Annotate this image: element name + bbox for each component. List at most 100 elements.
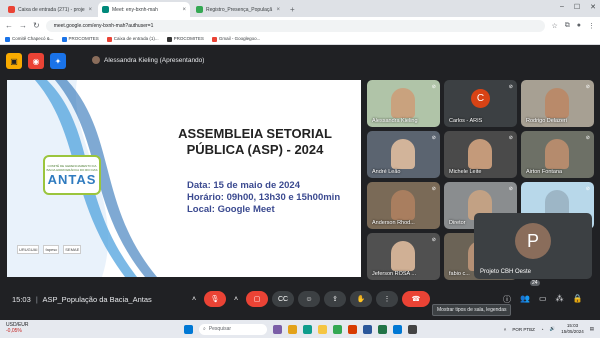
bookmark-1[interactable]: PROCOMITES	[61, 36, 99, 42]
pin-icon[interactable]: ▣	[6, 53, 22, 69]
system-tray: ˄ POR PTBZ ◔ 🔊 15:03 15/05/2024 ▤	[504, 323, 594, 335]
participant-tile[interactable]: ⊘ Jeferson ROSA ...	[367, 233, 440, 280]
reactions-button[interactable]: ☺	[298, 291, 320, 307]
browser-tab-2[interactable]: Registro_Presença_Populaçã ×	[192, 2, 284, 17]
browser-tab-0[interactable]: Caixa de entrada (271) - proje ×	[4, 2, 96, 17]
bookmark-4[interactable]: Gmail - Googlegoo...	[211, 36, 260, 42]
bookmark-2[interactable]: Caixa de entrada (1)...	[106, 36, 159, 42]
logo-caption: COMITÊ DE GERENCIAMENTO DA BACIA HIDROGR…	[46, 163, 98, 172]
bookmark-3[interactable]: PROCOMITES	[166, 36, 204, 42]
close-icon[interactable]: ×	[182, 7, 186, 13]
file-explorer-icon[interactable]	[318, 324, 327, 334]
camera-off-button[interactable]: ▢	[246, 291, 268, 307]
mic-options-icon[interactable]: ˄	[188, 291, 200, 307]
close-icon[interactable]: ×	[88, 7, 92, 13]
host-controls-icon[interactable]: 🔒	[573, 294, 583, 305]
minimize-icon[interactable]: –	[560, 3, 564, 11]
profile-icon[interactable]: ●	[577, 22, 581, 30]
participant-video	[468, 139, 492, 169]
app-icon[interactable]	[408, 324, 417, 334]
app-icon[interactable]	[393, 324, 402, 334]
bookmark-icon	[166, 36, 172, 42]
clock-date: 15/05/2024	[561, 329, 584, 334]
logo-text: ANTAS	[47, 171, 97, 187]
edge-icon[interactable]	[303, 324, 312, 334]
slide-title-line2: PÚBLICA (ASP) - 2024	[186, 142, 324, 157]
tab-label: Caixa de entrada (271) - proje	[18, 6, 85, 13]
meet-window: ▣ ◉ ✦ Alessandra Kieling (Apresentando) …	[0, 45, 600, 320]
camera-options-icon[interactable]: ˄	[230, 291, 242, 307]
participant-video	[391, 88, 415, 118]
mic-muted-icon: ⊘	[431, 186, 436, 192]
bookmark-0[interactable]: Comitê Chapecó &...	[5, 36, 54, 42]
present-button[interactable]: ⇪	[324, 291, 346, 307]
app-icon[interactable]	[348, 324, 357, 334]
browser-tab-1[interactable]: Meet: eny-bxnh-mah ×	[98, 2, 190, 17]
captions-button[interactable]: CC	[272, 291, 294, 307]
participant-name: Alessandra Kieling	[372, 118, 418, 124]
stock-change: -0,05%	[6, 328, 22, 334]
app-icon[interactable]	[288, 324, 297, 334]
participant-tile[interactable]: ⊘ Michele Leite	[444, 131, 517, 178]
taskbar: USD/EUR -0,05% ⌕ Pesquisar ˄ POR PTBZ ◔ …	[0, 320, 600, 338]
participant-tile-large[interactable]: P Projeto CBH Oeste	[474, 213, 592, 279]
stock-widget[interactable]: USD/EUR -0,05%	[6, 322, 29, 334]
close-icon[interactable]: ×	[276, 7, 280, 13]
slide-info: Data: 15 de maio de 2024 Horário: 09h00,…	[187, 180, 340, 216]
people-icon[interactable]: 👥	[520, 294, 530, 305]
participant-name: fabio c...	[449, 271, 470, 277]
menu-icon[interactable]: ⋮	[588, 22, 595, 30]
back-icon[interactable]: ←	[5, 21, 13, 30]
participant-tile[interactable]: ⊘ Alessandra Kieling	[367, 80, 440, 127]
url-text: meet.google.com/eny-bxnh-mah?authuser=1	[53, 22, 154, 29]
forward-icon[interactable]: →	[19, 21, 27, 30]
activities-icon[interactable]: ⁂	[556, 294, 564, 305]
new-tab-icon[interactable]: +	[290, 5, 295, 14]
chevron-up-icon[interactable]: ˄	[504, 327, 507, 332]
app-icon[interactable]	[273, 324, 282, 334]
clock[interactable]: 15:03 15/05/2024	[561, 323, 584, 335]
participant-tile[interactable]: ⊘ Rodrigo Delazeri	[521, 80, 594, 127]
activities-icon[interactable]: ✦	[50, 53, 66, 69]
info-icon[interactable]: ⓘ	[503, 294, 511, 305]
taskbar-search[interactable]: ⌕ Pesquisar	[199, 323, 267, 335]
mic-muted-icon: ⊘	[431, 135, 436, 141]
participant-tile[interactable]: ⊘ Airton Fontana	[521, 131, 594, 178]
participant-name: Anderson Rhod...	[372, 220, 415, 226]
bookmarks-bar: Comitê Chapecó &... PROCOMITES Caixa de …	[0, 34, 600, 45]
participant-avatar: C	[471, 89, 490, 108]
participant-tile[interactable]: C ⊘ Carlos - ARIS	[444, 80, 517, 127]
partner-logo: fapesc	[43, 245, 60, 254]
reload-icon[interactable]: ↻	[33, 21, 40, 30]
volume-icon[interactable]: 🔊	[550, 326, 556, 332]
app-icon[interactable]	[378, 324, 387, 334]
participant-video	[391, 241, 415, 271]
app-icon[interactable]	[363, 324, 372, 334]
chrome-icon[interactable]	[333, 324, 342, 334]
gmail-icon	[106, 36, 112, 42]
gmail-icon	[211, 36, 217, 42]
meeting-info: 15:03 | ASP_População da Bacia_Antas	[12, 294, 152, 304]
tab-label: Meet: eny-bxnh-mah	[112, 6, 158, 13]
notifications-icon[interactable]: ▤	[590, 326, 594, 332]
star-icon[interactable]: ☆	[551, 22, 557, 30]
language-indicator[interactable]: POR PTBZ	[512, 327, 535, 332]
slide-hours: Horário: 09h00, 13h30 e 15h00min	[187, 192, 341, 203]
search-placeholder: Pesquisar	[208, 326, 232, 332]
more-options-button[interactable]: ⋮	[376, 291, 398, 307]
window-close-icon[interactable]: ✕	[590, 3, 596, 11]
raise-hand-button[interactable]: ✋	[350, 291, 372, 307]
maximize-icon[interactable]: ☐	[574, 3, 580, 11]
participant-tile[interactable]: ⊘ André Leão	[367, 131, 440, 178]
extensions-icon[interactable]: ⧉	[565, 22, 570, 30]
wifi-icon[interactable]: ◔	[541, 327, 544, 332]
windows-start-icon[interactable]	[184, 324, 193, 334]
tab-label: Registro_Presença_Populaçã	[206, 6, 273, 13]
chat-icon[interactable]: ▭	[539, 294, 547, 305]
record-icon[interactable]: ◉	[28, 53, 44, 69]
mic-off-button[interactable]: 🎙	[204, 291, 226, 307]
participant-name: Michele Leite	[449, 169, 482, 175]
url-field[interactable]: meet.google.com/eny-bxnh-mah?authuser=1	[45, 19, 546, 32]
leave-call-button[interactable]: ☎	[402, 291, 430, 307]
participant-tile[interactable]: ⊘ Anderson Rhod...	[367, 182, 440, 229]
